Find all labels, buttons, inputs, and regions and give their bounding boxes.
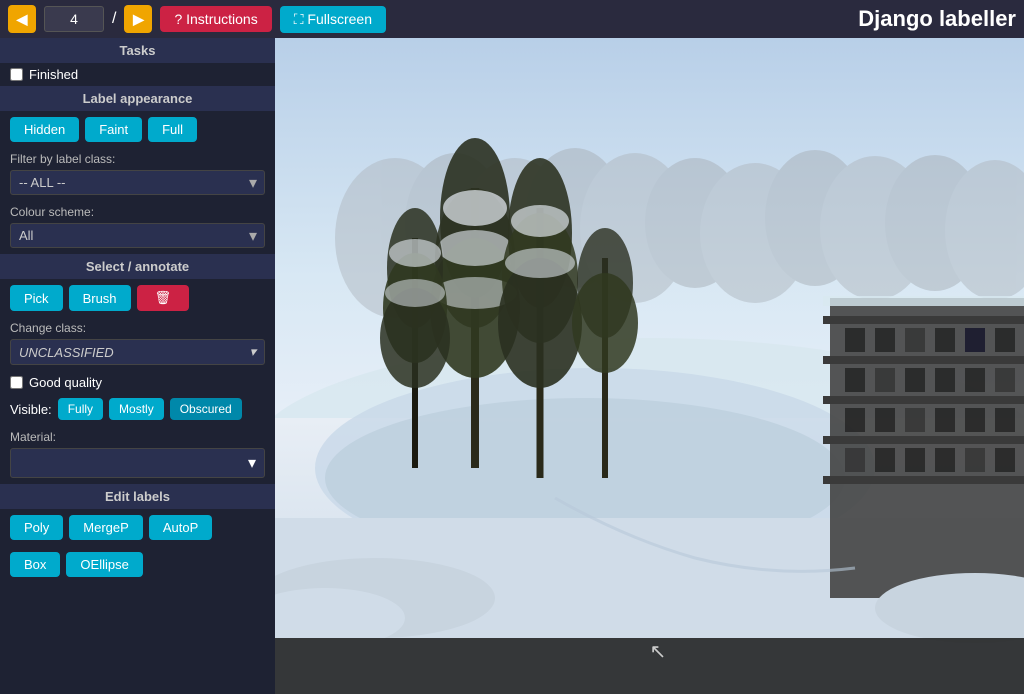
filter-label: Filter by label class: (0, 148, 275, 168)
autop-button[interactable]: AutoP (149, 515, 212, 540)
select-annotate-group: Pick Brush 🗑 (0, 279, 275, 317)
visible-row: Visible: Fully Mostly Obscured (0, 394, 275, 426)
faint-button[interactable]: Faint (85, 117, 142, 142)
class-dropdown[interactable]: UNCLASSIFIED ▾ (10, 339, 265, 365)
delete-button[interactable]: 🗑 (137, 285, 190, 311)
colour-scheme-label: Colour scheme: (0, 201, 275, 221)
topbar: ◀ / ▶ ? Instructions ⛶ Fullscreen Django… (0, 0, 1024, 38)
change-class-label: Change class: (0, 317, 275, 337)
select-annotate-header: Select / annotate (0, 254, 275, 279)
label-appearance-group: Hidden Faint Full (0, 111, 275, 148)
sidebar: Tasks Finished Label appearance Hidden F… (0, 38, 275, 694)
mergep-button[interactable]: MergeP (69, 515, 143, 540)
filter-select[interactable]: -- ALL -- (10, 170, 265, 195)
pick-button[interactable]: Pick (10, 285, 63, 311)
brush-button[interactable]: Brush (69, 285, 131, 311)
canvas-area[interactable]: ↖ (275, 38, 1024, 694)
oellipse-button[interactable]: OEllipse (66, 552, 142, 577)
class-value: UNCLASSIFIED (19, 345, 114, 360)
main-content: Tasks Finished Label appearance Hidden F… (0, 38, 1024, 694)
visible-label: Visible: (10, 402, 52, 417)
frame-input[interactable] (44, 6, 104, 32)
material-label: Material: (0, 426, 275, 446)
good-quality-label: Good quality (29, 375, 102, 390)
chevron-down-icon: ▾ (249, 344, 256, 360)
slash-separator: / (112, 10, 116, 28)
finished-row: Finished (0, 63, 275, 86)
good-quality-checkbox[interactable] (10, 376, 23, 389)
hidden-button[interactable]: Hidden (10, 117, 79, 142)
app-title: Django labeller (858, 6, 1016, 32)
poly-button[interactable]: Poly (10, 515, 63, 540)
edit-labels-group-1: Poly MergeP AutoP (0, 509, 275, 546)
fully-button[interactable]: Fully (58, 398, 103, 420)
fullscreen-button[interactable]: ⛶ Fullscreen (280, 6, 386, 33)
winter-scene-svg (275, 38, 1024, 694)
next-frame-button[interactable]: ▶ (124, 5, 152, 33)
edit-labels-group-2: Box OEllipse (0, 546, 275, 583)
material-dropdown[interactable]: ▾ (10, 448, 265, 478)
obscured-button[interactable]: Obscured (170, 398, 242, 420)
colour-scheme-wrapper[interactable]: All (10, 223, 265, 248)
edit-labels-header: Edit labels (0, 484, 275, 509)
full-button[interactable]: Full (148, 117, 197, 142)
tasks-section-header: Tasks (0, 38, 275, 63)
colour-scheme-select[interactable]: All (10, 223, 265, 248)
good-quality-row: Good quality (0, 371, 275, 394)
finished-label: Finished (29, 67, 78, 82)
finished-checkbox[interactable] (10, 68, 23, 81)
prev-frame-button[interactable]: ◀ (8, 5, 36, 33)
trash-icon: 🗑 (155, 290, 172, 305)
chevron-down-icon-material: ▾ (248, 453, 256, 473)
box-button[interactable]: Box (10, 552, 60, 577)
instructions-button[interactable]: ? Instructions (160, 6, 271, 32)
filter-select-wrapper[interactable]: -- ALL -- (10, 170, 265, 195)
label-appearance-header: Label appearance (0, 86, 275, 111)
mostly-button[interactable]: Mostly (109, 398, 164, 420)
